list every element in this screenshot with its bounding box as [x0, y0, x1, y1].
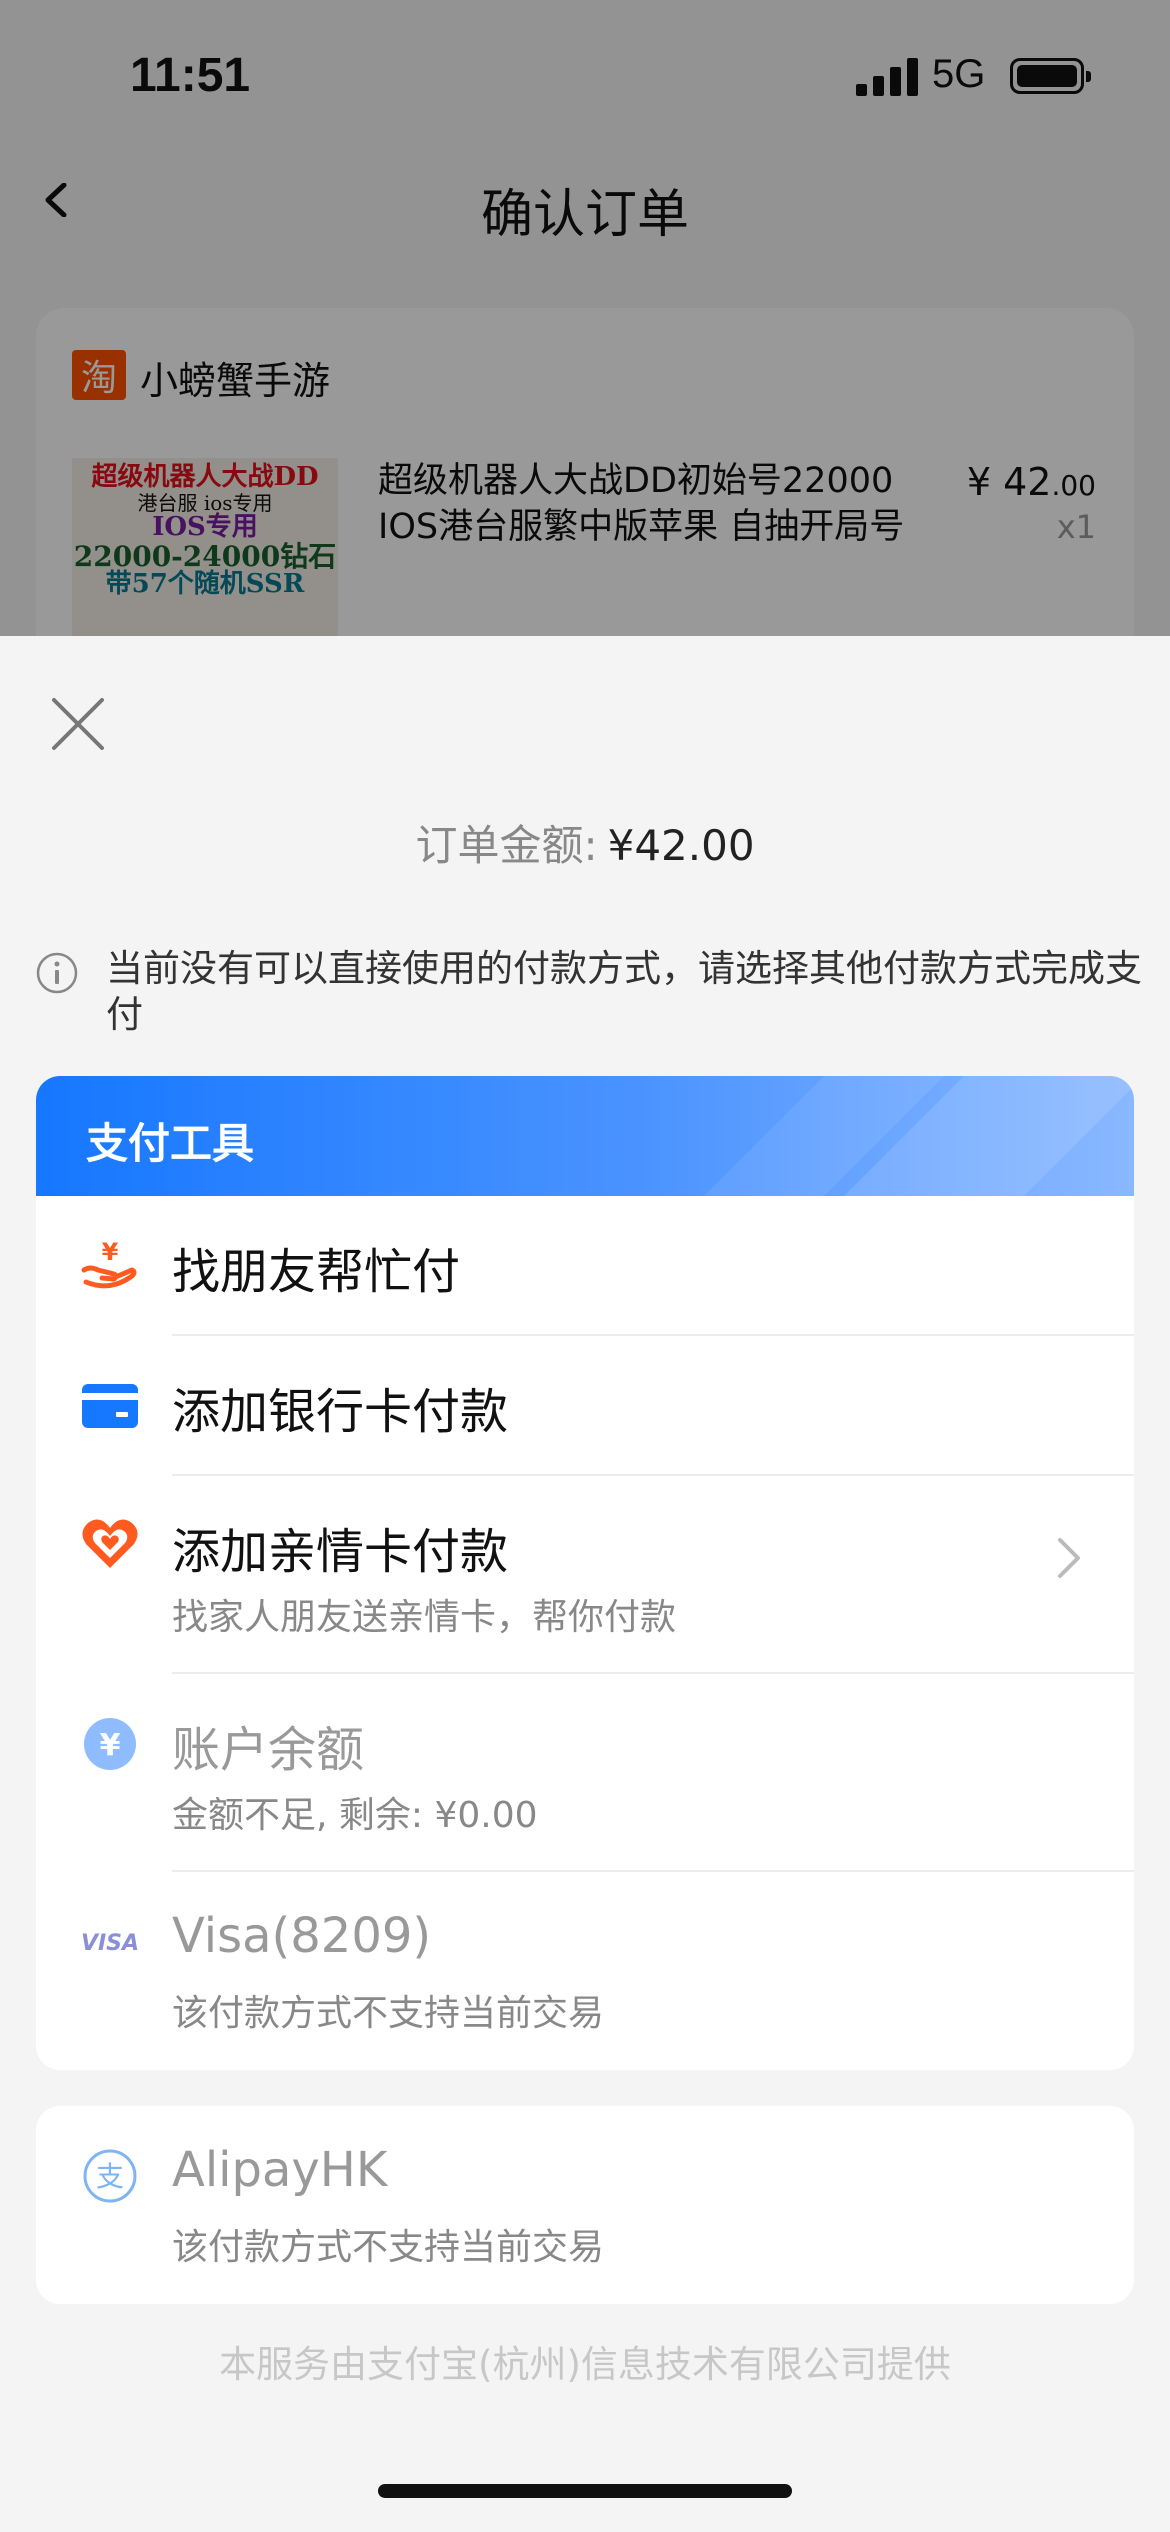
method-title: 添加银行卡付款 — [172, 1384, 509, 1440]
method-title: 账户余额 — [172, 1722, 365, 1778]
payment-tools-title: 支付工具 — [86, 1119, 255, 1168]
method-subtitle: 该付款方式不支持当前交易 — [172, 2227, 605, 2268]
method-title: 添加亲情卡付款 — [172, 1524, 509, 1580]
yuan-coin-icon: ¥ — [84, 1718, 136, 1770]
amount-value: ¥42.00 — [607, 821, 755, 870]
service-provider-footer: 本服务由支付宝(杭州)信息技术有限公司提供 — [219, 2343, 951, 2386]
method-subtitle: 该付款方式不支持当前交易 — [172, 1993, 605, 2034]
close-icon[interactable] — [50, 696, 106, 752]
method-friend-pay[interactable]: ¥ 找朋友帮忙付 — [36, 1196, 1134, 1336]
svg-text:¥: ¥ — [100, 1728, 121, 1763]
method-bank-card[interactable]: 添加银行卡付款 — [36, 1336, 1134, 1476]
modal-overlay[interactable] — [0, 0, 1170, 640]
payment-tools-card: 支付工具 ¥ 找朋友帮忙付 添加银行卡付款 添加亲情卡付款 找家人朋友送亲情卡，… — [36, 1076, 1134, 2070]
visa-icon: VISA — [81, 1931, 139, 1956]
payment-tools-header: 支付工具 — [36, 1076, 1134, 1256]
hand-yuan-icon: ¥ — [81, 1238, 137, 1289]
amount-label: 订单金额: — [415, 821, 598, 870]
home-indicator[interactable] — [378, 2484, 792, 2498]
chevron-right-icon — [1058, 1538, 1080, 1578]
heart-card-icon — [82, 1519, 138, 1568]
alipay-icon-text: 支 — [96, 2160, 124, 2193]
method-title: AlipayHK — [172, 2142, 388, 2198]
method-subtitle: 找家人朋友送亲情卡，帮你付款 — [172, 1597, 677, 1638]
method-alipayhk: 支 AlipayHK 该付款方式不支持当前交易 — [36, 2106, 1134, 2304]
method-family-card[interactable]: 添加亲情卡付款 找家人朋友送亲情卡，帮你付款 — [36, 1476, 1134, 1674]
visa-icon-text: VISA — [81, 1931, 139, 1956]
notice-text: 当前没有可以直接使用的付款方式，请选择其他付款方式完成支付 — [106, 947, 1142, 1036]
svg-text:¥: ¥ — [102, 1238, 119, 1266]
method-visa: VISA Visa(8209) 该付款方式不支持当前交易 — [36, 1872, 1134, 2070]
order-amount: 订单金额: ¥42.00 — [0, 812, 1170, 873]
method-title: Visa(8209) — [172, 1908, 432, 1964]
alipay-icon: 支 — [83, 2149, 137, 2203]
bank-card-icon — [82, 1384, 138, 1428]
method-title: 找朋友帮忙付 — [172, 1244, 461, 1300]
method-subtitle: 金额不足, 剩余: ¥0.00 — [172, 1795, 538, 1836]
info-icon — [36, 952, 78, 994]
method-account-balance: ¥ 账户余额 金额不足, 剩余: ¥0.00 — [36, 1674, 1134, 1872]
